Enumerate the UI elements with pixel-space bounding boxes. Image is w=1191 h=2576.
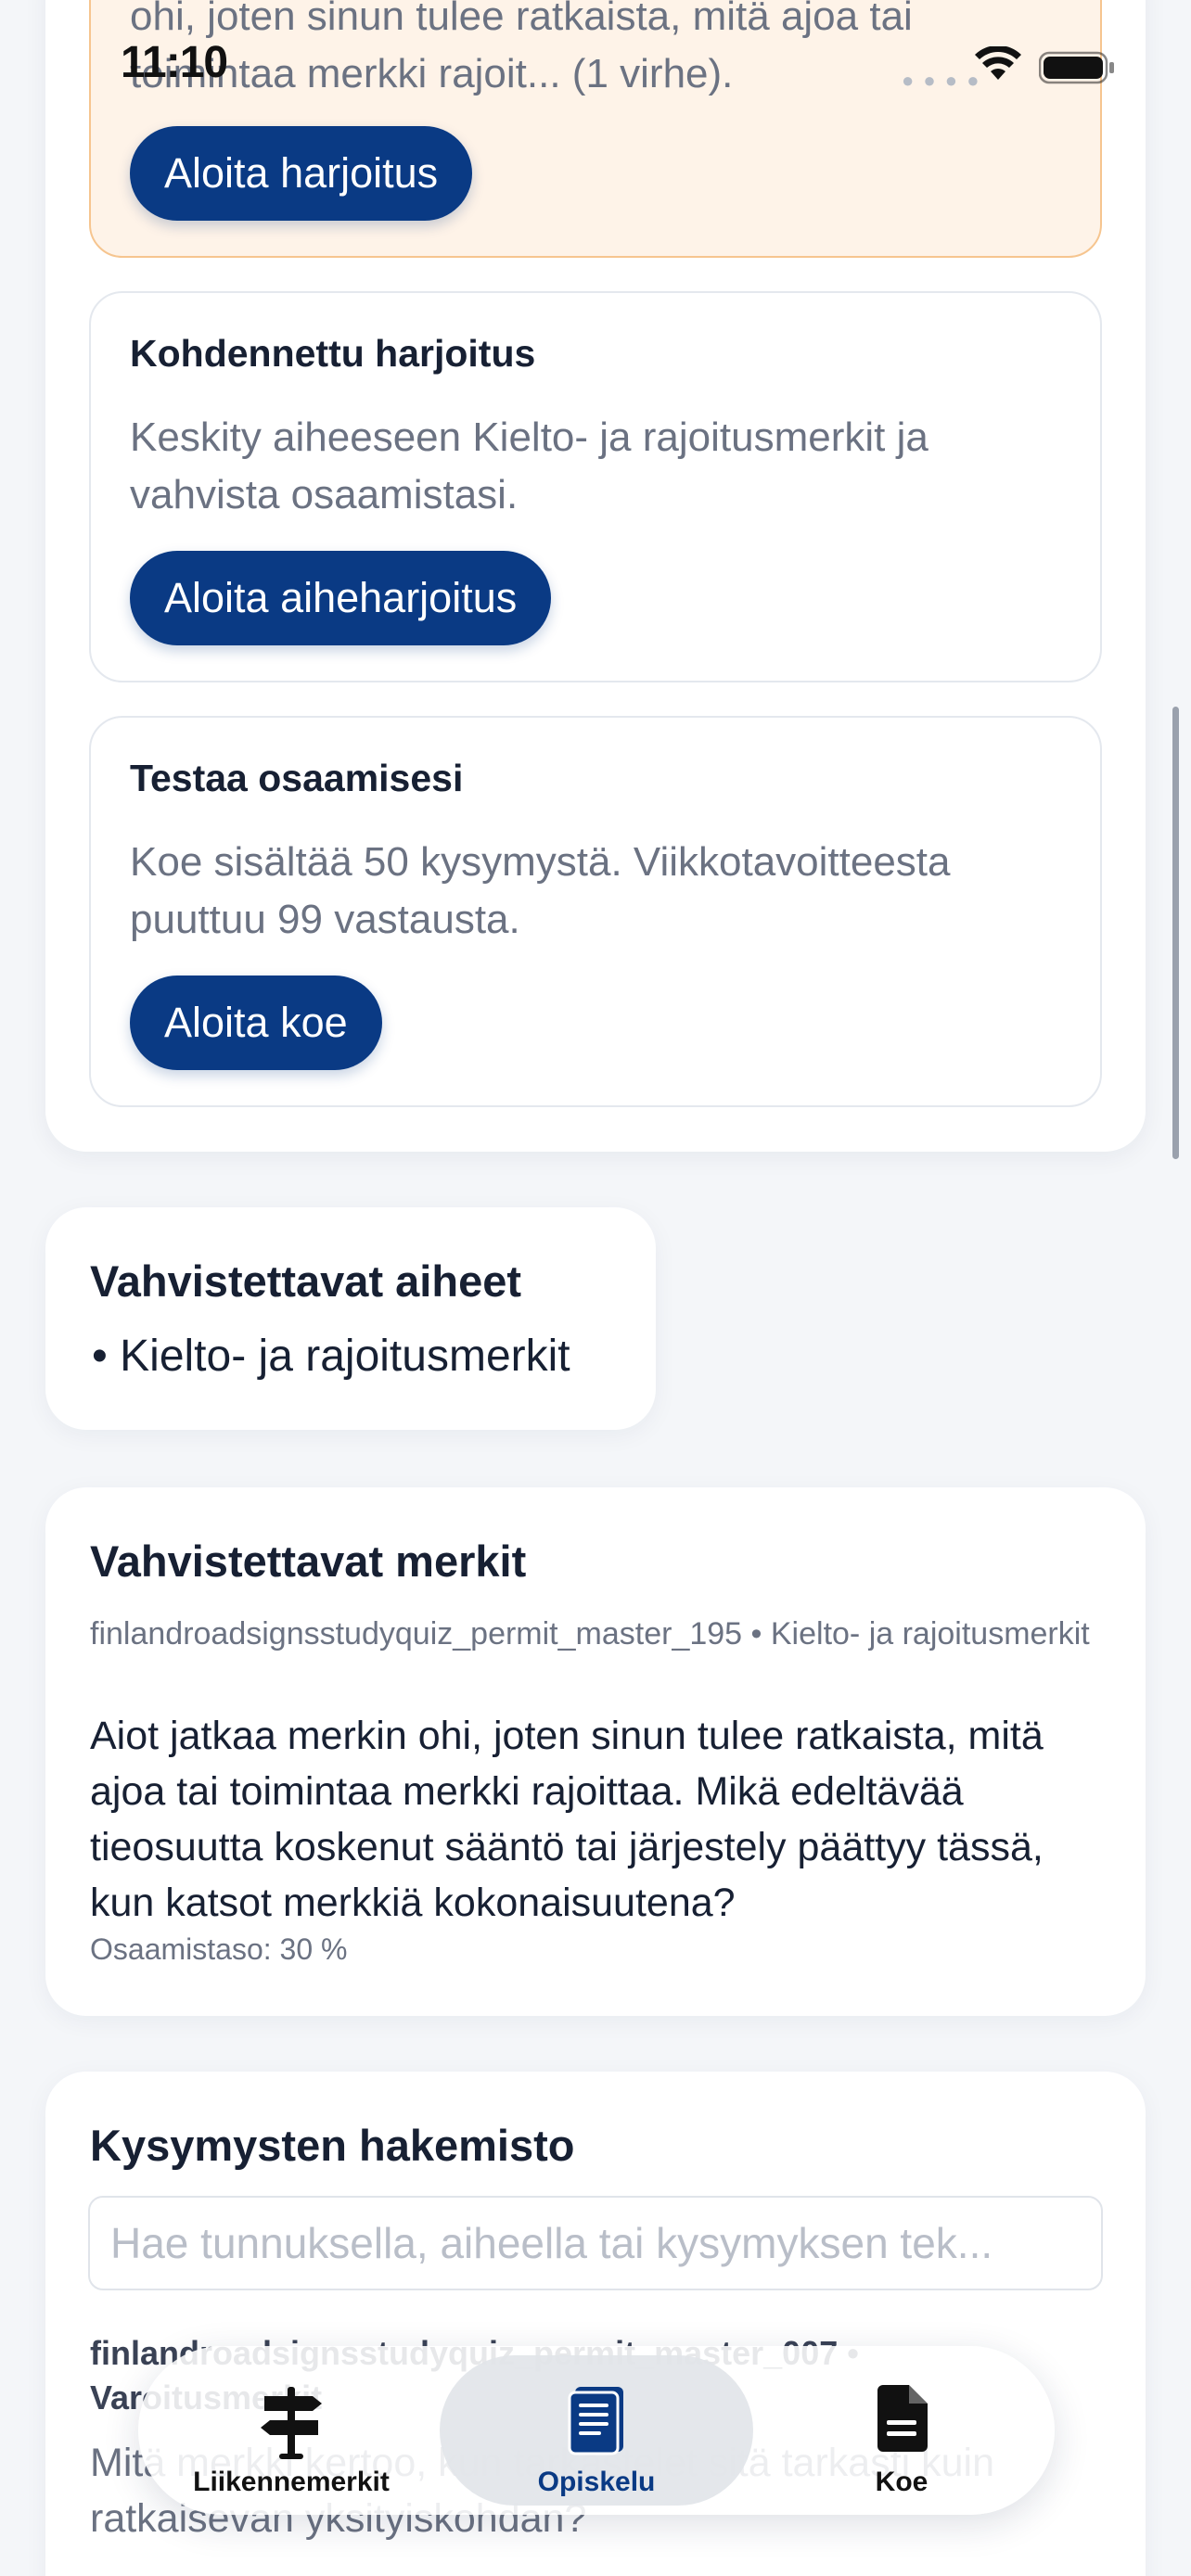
- bottom-tab-bar: Liikennemerkit Opiskelu Koe: [138, 2346, 1055, 2515]
- test-knowledge-title: Testaa osaamisesi: [130, 757, 464, 799]
- sign-question-text[interactable]: Aiot jatkaa merkin ohi, joten sinun tule…: [90, 1708, 1110, 1931]
- start-practice-button[interactable]: Aloita harjoitus: [130, 126, 473, 221]
- tab-liikennemerkit[interactable]: Liikennemerkit: [138, 2355, 444, 2506]
- test-knowledge-desc: Koe sisältää 50 kysymystä. Viikkotavoitt…: [130, 839, 951, 942]
- signs-to-reinforce-title: Vahvistettavat merkit: [90, 1537, 527, 1586]
- topic-item[interactable]: • Kielto- ja rajoitusmerkit: [92, 1331, 570, 1382]
- targeted-practice-title: Kohdennettu harjoitus: [130, 332, 536, 375]
- tab-label-koe: Koe: [875, 2467, 928, 2497]
- topics-to-reinforce-title: Vahvistettavat aiheet: [90, 1256, 521, 1306]
- question-search-input[interactable]: [88, 2196, 1103, 2290]
- battery-icon: [1039, 51, 1114, 84]
- document-icon: [877, 2385, 928, 2452]
- topics-to-reinforce-card: Vahvistettavat aiheet • Kielto- ja rajoi…: [45, 1207, 656, 1430]
- sign-question-meta: finlandroadsignsstudyquiz_permit_master_…: [90, 1616, 1090, 1651]
- test-knowledge-card: Testaa osaamisesi Koe sisältää 50 kysymy…: [89, 716, 1102, 1107]
- scroll-indicator[interactable]: [1172, 707, 1179, 1159]
- wifi-icon: [975, 46, 1021, 80]
- tab-koe[interactable]: Koe: [749, 2355, 1055, 2506]
- tab-label-opiskelu: Opiskelu: [537, 2467, 656, 2497]
- start-test-button[interactable]: Aloita koe: [130, 976, 382, 1070]
- signpost-icon: [261, 2387, 322, 2459]
- tab-label-liikennemerkit: Liikennemerkit: [193, 2467, 390, 2497]
- targeted-practice-desc: Keskity aiheeseen Kielto- ja rajoitusmer…: [130, 414, 928, 517]
- status-bar: 11:10 ● ● ● ●: [0, 0, 1191, 130]
- status-time: 11:10: [121, 38, 228, 87]
- signs-to-reinforce-card: Vahvistettavat merkit finlandroadsignsst…: [45, 1487, 1146, 2016]
- start-topic-practice-button[interactable]: Aloita aiheharjoitus: [130, 551, 552, 645]
- targeted-practice-card: Kohdennettu harjoitus Keskity aiheeseen …: [89, 291, 1102, 682]
- tab-opiskelu[interactable]: Opiskelu: [440, 2355, 753, 2506]
- book-icon: [568, 2387, 623, 2455]
- cellular-signal-icon: ● ● ● ●: [902, 69, 981, 92]
- question-directory-title: Kysymysten hakemisto: [90, 2121, 575, 2170]
- sign-mastery-level: Osaamistaso: 30 %: [90, 1932, 348, 1966]
